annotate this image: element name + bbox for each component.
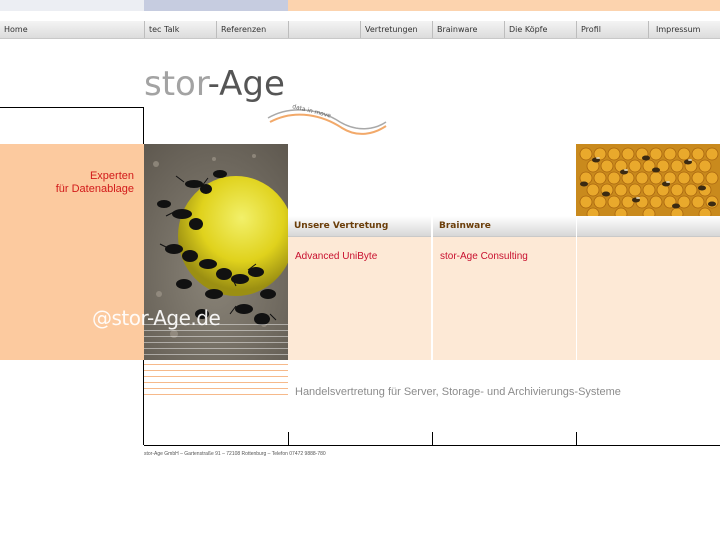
stripe [144,370,288,371]
link-advanced-unibyte[interactable]: Advanced UniByte [295,251,377,262]
nav-vertretungen[interactable]: Vertretungen [360,21,432,38]
column-empty [577,216,720,360]
top-strip-peach [288,0,720,11]
domain-watermark: @stor-Age.de [92,306,221,330]
nav-home[interactable]: Home [0,21,144,38]
stripe [144,364,288,365]
main-nav: Home tec Talk Referenzen Vertretungen Br… [0,21,720,39]
top-strip-grey [0,0,144,11]
stripe [144,394,288,395]
tick-2 [432,432,433,445]
column-vertretung-heading: Unsere Vertretung [294,221,389,231]
frame-line-bottom [144,445,720,446]
tagline-line-1: Experten [89,170,134,182]
column-vertretung: Unsere Vertretung Advanced UniByte [288,216,431,360]
footer-address: stor-Age GmbH – Gartenstraße 91 – 72108 … [144,451,326,457]
stripe [144,382,288,383]
column-brainware-heading: Brainware [439,221,491,231]
column-empty-header [577,216,720,237]
nav-impressum[interactable]: Impressum [648,21,720,38]
nav-empty-slot [288,21,360,38]
column-brainware: Brainware stor-Age Consulting [433,216,576,360]
logo-tagline: data in move [292,103,332,119]
nav-brainware[interactable]: Brainware [432,21,504,38]
nav-profil[interactable]: Profil [576,21,648,38]
logo-part-stor: stor [144,64,208,104]
nav-referenzen[interactable]: Referenzen [216,21,288,38]
bee-photo [576,144,720,216]
top-strip-blue [144,0,288,11]
link-stor-age-consulting[interactable]: stor-Age Consulting [440,251,528,262]
tagline-line-2: für Datenablage [55,183,134,195]
column-vertretung-header: Unsere Vertretung [288,216,431,237]
stripe [144,376,288,377]
stripe [144,388,288,389]
nav-die-koepfe[interactable]: Die Köpfe [504,21,576,38]
tick-3 [576,432,577,445]
tagline-text: Experten für Datenablage [56,170,134,196]
column-brainware-header: Brainware [433,216,576,237]
slogan: Handelsvertretung für Server, Storage- u… [295,386,621,398]
frame-line-top [0,107,144,108]
tick-1 [288,432,289,445]
logo-swoosh: data in move [267,103,387,135]
nav-tec-talk[interactable]: tec Talk [144,21,216,38]
